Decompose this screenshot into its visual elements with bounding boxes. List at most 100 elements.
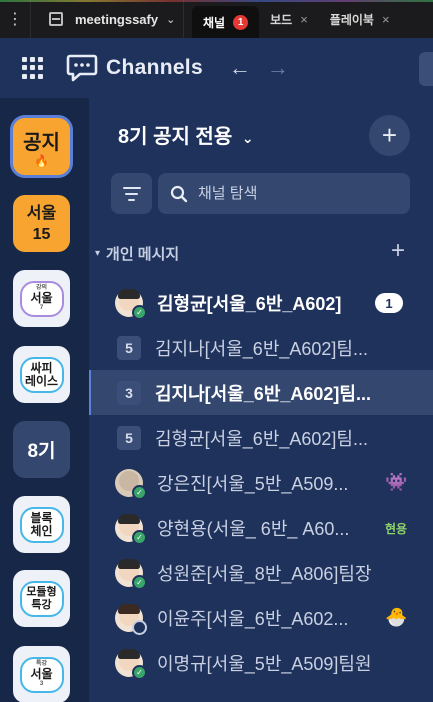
team-ssafy-race[interactable]: 싸피 레이스 xyxy=(13,346,70,403)
avatar: ✓ xyxy=(115,558,147,590)
avatar: ✓ xyxy=(115,288,147,320)
team-title: 8기 공지 전용 xyxy=(118,126,233,148)
team-label: 공지 xyxy=(23,132,60,154)
team-sub: 7 xyxy=(39,305,44,311)
tab-channels[interactable]: 채널 1 xyxy=(192,6,260,38)
list-item[interactable]: 5 김지나[서울_6반_A602]팀... xyxy=(89,325,433,370)
group-member-count: 5 xyxy=(117,425,141,450)
team-sidebar: 공지 🔥 서울 15 강의 서울 7 싸피 레이스 8기 블록 체인 모듈형 특… xyxy=(0,98,89,702)
team-sub: 특강 xyxy=(31,598,52,611)
tab-playbooks[interactable]: 플레이북 × xyxy=(319,0,401,38)
list-item[interactable]: ✓ 강은진[서울_5반_A509... 👾 xyxy=(89,460,433,505)
add-channel-button[interactable]: + xyxy=(369,115,410,156)
add-dm-button[interactable]: + xyxy=(391,237,405,265)
speech-bubble-icon: 특강 서울 3 xyxy=(19,656,64,693)
close-icon[interactable]: × xyxy=(382,12,390,27)
speech-bubble-icon: 블록 체인 xyxy=(19,506,64,543)
team-label: 서울 xyxy=(30,667,53,681)
channels-chat-icon xyxy=(66,54,98,82)
chevron-down-icon: ▾ xyxy=(95,247,101,259)
tab-label: 채널 xyxy=(203,15,226,30)
more-vertical-icon[interactable]: ⋮ xyxy=(0,0,30,38)
avatar xyxy=(115,603,147,635)
list-item[interactable]: 3 김지나[서울_6반_A602]팀... xyxy=(89,370,433,415)
speech-bubble-icon: 모듈형 특강 xyxy=(19,580,64,617)
tab-label: 플레이북 xyxy=(329,12,374,27)
dm-list: ✓ 김형균[서울_6반_A602] 1 5 김지나[서울_6반_A602]팀..… xyxy=(89,280,433,685)
product-menu-grid-icon[interactable] xyxy=(22,57,44,79)
speech-bubble-icon: 강의 서울 7 xyxy=(19,280,64,317)
online-status-icon: ✓ xyxy=(132,664,147,680)
tab-label: 보드 xyxy=(270,12,293,27)
list-item[interactable]: 5 김형균[서울_6반_A602]팀... xyxy=(89,415,433,460)
team-seoul-7[interactable]: 강의 서울 7 xyxy=(13,270,70,327)
group-member-count: 5 xyxy=(117,335,141,360)
unread-badge: 1 xyxy=(375,293,403,313)
dm-name: 성원준[서울_8반_A806]팀장 xyxy=(157,563,372,584)
online-status-icon: ✓ xyxy=(132,484,147,500)
channel-sidebar: 8기 공지 전용 ⌄ + ▾ 개인 메시지 + ✓ 김형균[서울_6반_A602… xyxy=(89,98,433,702)
team-notice[interactable]: 공지 🔥 xyxy=(13,118,70,175)
online-status-icon: ✓ xyxy=(132,574,147,590)
section-direct-messages[interactable]: ▾ 개인 메시지 + xyxy=(95,237,425,265)
team-sub: 3 xyxy=(39,681,44,687)
team-module-lecture[interactable]: 모듈형 특강 xyxy=(13,570,70,627)
dm-name: 김형균[서울_6반_A602]팀... xyxy=(155,428,368,449)
dm-name: 강은진[서울_5반_A509... xyxy=(157,473,349,494)
custom-status-emoji: 🐣 xyxy=(385,607,408,627)
team-label: 서울 xyxy=(30,291,53,305)
chevron-down-icon: ⌄ xyxy=(166,13,176,26)
dm-name: 이윤주[서울_6반_A602... xyxy=(157,608,349,629)
team-label: 모듈형 xyxy=(26,585,57,598)
team-label: 블록 xyxy=(30,510,53,525)
list-item[interactable]: ✓ 이명규[서울_5반_A509]팀원 xyxy=(89,640,433,685)
tab-boards[interactable]: 보드 × xyxy=(259,0,319,38)
away-status-icon xyxy=(132,619,147,635)
dm-name: 김지나[서울_6반_A602]팀... xyxy=(155,383,371,404)
channel-search[interactable] xyxy=(158,173,410,214)
fire-icon: 🔥 xyxy=(34,154,49,168)
close-icon[interactable]: × xyxy=(300,12,308,27)
header-search-edge[interactable] xyxy=(419,52,433,86)
filter-button[interactable] xyxy=(111,173,152,214)
search-input[interactable] xyxy=(198,185,398,202)
team-label: 서울 xyxy=(26,204,57,222)
list-item[interactable]: ✓ 성원준[서울_8반_A806]팀장 xyxy=(89,550,433,595)
group-member-count: 3 xyxy=(117,380,141,405)
search-icon xyxy=(170,185,188,202)
dm-name: 이명규[서울_5반_A509]팀원 xyxy=(157,653,372,674)
team-label: 싸피 xyxy=(30,360,53,375)
list-item[interactable]: ✓ 양현용(서울_ 6반_ A60... 현용 xyxy=(89,505,433,550)
top-tab-bar: ⋮ meetingssafy ⌄ 채널 1 보드 × 플레이북 × xyxy=(0,0,433,38)
team-8th[interactable]: 8기 xyxy=(13,421,70,478)
forward-arrow-icon[interactable]: → xyxy=(267,55,289,81)
dm-name: 김지나[서울_6반_A602]팀... xyxy=(155,338,368,359)
unread-badge: 1 xyxy=(233,14,249,30)
app-title: Channels xyxy=(106,56,203,79)
section-label: 개인 메시지 xyxy=(106,245,180,263)
custom-status-emoji: 👾 xyxy=(385,472,408,492)
team-seoul-3[interactable]: 특강 서울 3 xyxy=(13,646,70,702)
workspace-name: meetingssafy xyxy=(75,11,159,27)
dm-name: 김형균[서울_6반_A602] xyxy=(157,293,342,314)
team-sub: 체인 xyxy=(30,523,53,538)
team-blockchain[interactable]: 블록 체인 xyxy=(13,496,70,553)
accent-stripe xyxy=(0,0,433,2)
server-icon xyxy=(49,12,63,26)
team-seoul-15[interactable]: 서울 15 xyxy=(13,195,70,252)
online-status-icon: ✓ xyxy=(132,529,147,545)
team-sub: 레이스 xyxy=(24,373,59,388)
app-window: ⋮ meetingssafy ⌄ 채널 1 보드 × 플레이북 × Channe… xyxy=(0,0,433,702)
workspace-switcher[interactable]: meetingssafy ⌄ xyxy=(30,0,184,38)
avatar: ✓ xyxy=(115,513,147,545)
team-label: 8기 xyxy=(27,441,56,462)
chevron-down-icon: ⌄ xyxy=(241,130,254,146)
avatar: ✓ xyxy=(115,468,147,500)
dm-name: 양현용(서울_ 6반_ A60... xyxy=(157,518,350,539)
team-menu-button[interactable]: 8기 공지 전용 ⌄ xyxy=(118,120,254,149)
back-arrow-icon[interactable]: ← xyxy=(229,55,251,81)
online-status-icon: ✓ xyxy=(132,304,147,320)
list-item[interactable]: 이윤주[서울_6반_A602... 🐣 xyxy=(89,595,433,640)
custom-status-emoji: 현용 xyxy=(385,522,408,536)
list-item[interactable]: ✓ 김형균[서울_6반_A602] 1 xyxy=(89,280,433,325)
